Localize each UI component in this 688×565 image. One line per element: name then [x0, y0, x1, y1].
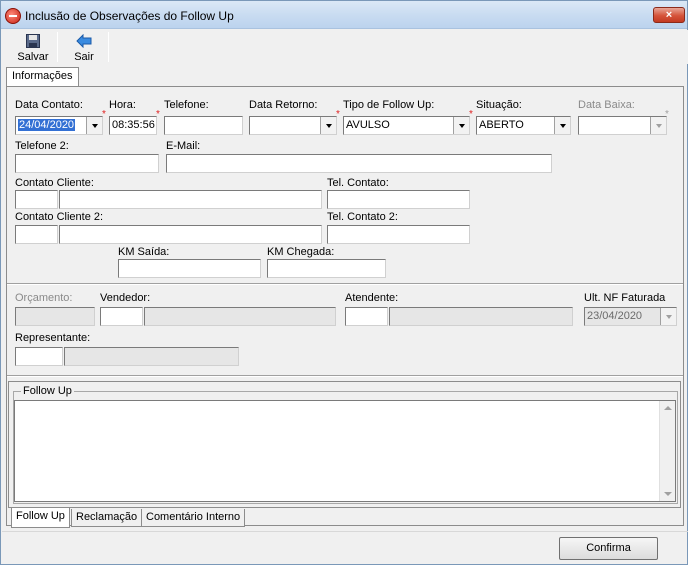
data-contato-label: Data Contato:: [15, 99, 83, 111]
representante-name-input: [64, 347, 239, 366]
data-contato-input[interactable]: 24/04/2020: [15, 116, 103, 135]
footer-divider: [2, 531, 688, 532]
chevron-down-icon[interactable]: [86, 117, 102, 134]
email-label: E-Mail:: [166, 140, 201, 152]
follow-up-textarea[interactable]: [14, 400, 676, 502]
section-divider: [7, 283, 683, 285]
tipo-follow-up-label: Tipo de Follow Up:: [343, 99, 435, 111]
representante-code-input[interactable]: [15, 347, 63, 366]
section-divider: [7, 375, 683, 377]
representante-label: Representante:: [15, 332, 91, 344]
exit-label: Sair: [74, 51, 94, 63]
contato-cliente2-label: Contato Cliente 2:: [15, 211, 104, 223]
data-baixa-input: [578, 116, 667, 135]
toolbar-separator: [57, 32, 58, 62]
data-retorno-label: Data Retorno:: [249, 99, 318, 111]
tab-informacoes[interactable]: Informações: [6, 67, 79, 87]
ult-nf-label: Ult. NF Faturada: [584, 292, 666, 304]
contato-cliente-code-input[interactable]: [15, 190, 58, 209]
tab-comentario-interno[interactable]: Comentário Interno: [141, 509, 246, 527]
hora-input[interactable]: 08:35:56: [109, 116, 157, 135]
vendedor-label: Vendedor:: [100, 292, 151, 304]
required-marker: *: [336, 109, 340, 120]
contato-cliente2-input[interactable]: [59, 225, 322, 244]
atendente-name-input: [389, 307, 573, 326]
km-saida-input[interactable]: [118, 259, 261, 278]
situacao-value: ABERTO: [479, 119, 524, 131]
email-input[interactable]: [166, 154, 552, 173]
chevron-down-icon: [650, 117, 666, 134]
km-chegada-label: KM Chegada:: [267, 246, 335, 258]
vendedor-name-input: [144, 307, 336, 326]
floppy-disk-icon: [26, 34, 40, 48]
tel-contato2-input[interactable]: [327, 225, 470, 244]
orcamento-label: Orçamento:: [15, 292, 73, 304]
back-arrow-icon: [76, 34, 92, 48]
atendente-code-input[interactable]: [345, 307, 388, 326]
dialog-window: Inclusão de Observações do Follow Up × S…: [0, 0, 688, 565]
atendente-label: Atendente:: [345, 292, 399, 304]
confirm-button[interactable]: Confirma: [559, 537, 658, 560]
scroll-up-icon[interactable]: [664, 406, 672, 410]
tel-contato-label: Tel. Contato:: [327, 177, 389, 189]
toolbar-separator: [108, 32, 109, 62]
orcamento-input: [15, 307, 95, 326]
toolbar: Salvar Sair: [2, 30, 688, 64]
tel-contato-input[interactable]: [327, 190, 470, 209]
chevron-down-icon[interactable]: [453, 117, 469, 134]
exit-button[interactable]: Sair: [64, 32, 104, 64]
title-bar: Inclusão de Observações do Follow Up ×: [1, 1, 687, 29]
telefone-input[interactable]: [164, 116, 243, 135]
tab-follow-up[interactable]: Follow Up: [11, 508, 70, 528]
app-logo-icon: [5, 8, 21, 24]
situacao-select[interactable]: ABERTO: [476, 116, 571, 135]
close-button[interactable]: ×: [653, 7, 685, 23]
ult-nf-input: 23/04/2020: [584, 307, 677, 326]
scroll-down-icon[interactable]: [664, 492, 672, 496]
km-saida-label: KM Saída:: [118, 246, 170, 258]
vendedor-code-input[interactable]: [100, 307, 143, 326]
data-contato-value: 24/04/2020: [18, 119, 76, 131]
ult-nf-value: 23/04/2020: [587, 310, 643, 322]
contato-cliente-label: Contato Cliente:: [15, 177, 94, 189]
tab-reclamacao[interactable]: Reclamação: [71, 509, 143, 527]
vertical-scrollbar[interactable]: [659, 401, 675, 501]
km-chegada-input[interactable]: [267, 259, 386, 278]
data-baixa-label: Data Baixa:: [578, 99, 635, 111]
situacao-label: Situação:: [476, 99, 522, 111]
follow-up-group-title: Follow Up: [21, 385, 74, 397]
tipo-follow-up-value: AVULSO: [346, 119, 390, 131]
required-marker: *: [469, 109, 473, 120]
chevron-down-icon: [660, 308, 676, 325]
hora-label: Hora:: [109, 99, 136, 111]
save-label: Salvar: [17, 51, 49, 63]
contato-cliente-input[interactable]: [59, 190, 322, 209]
telefone2-input[interactable]: [15, 154, 159, 173]
tipo-follow-up-select[interactable]: AVULSO: [343, 116, 470, 135]
window-title: Inclusão de Observações do Follow Up: [25, 9, 234, 23]
chevron-down-icon[interactable]: [320, 117, 336, 134]
save-button[interactable]: Salvar: [13, 32, 53, 64]
telefone2-label: Telefone 2:: [15, 140, 69, 152]
tel-contato2-label: Tel. Contato 2:: [327, 211, 398, 223]
data-retorno-input[interactable]: [249, 116, 337, 135]
telefone-label: Telefone:: [164, 99, 209, 111]
chevron-down-icon[interactable]: [554, 117, 570, 134]
contato-cliente2-code-input[interactable]: [15, 225, 58, 244]
